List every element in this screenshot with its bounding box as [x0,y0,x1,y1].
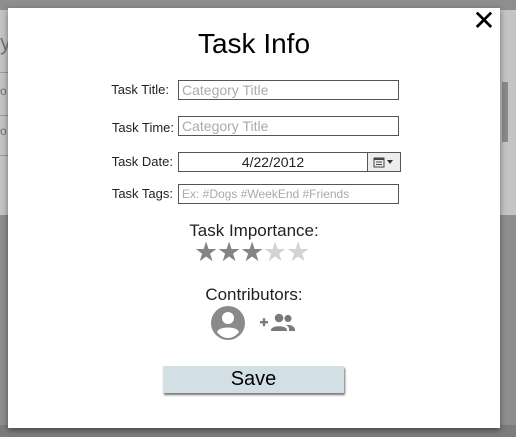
task-date-row: Task Date: 4/22/2012 [8,151,500,173]
task-tags-row: Task Tags: [8,183,500,205]
account-circle-icon [211,306,245,340]
task-title-label: Task Title: [111,82,169,97]
task-info-dialog: ✕ Task Info Task Title: Task Time: Task … [8,7,500,428]
importance-rating[interactable]: ★ ★ ★ ★ ★ [194,239,310,266]
background-text-fragment: o [0,124,7,138]
calendar-dropdown-button[interactable] [367,153,400,171]
task-title-input[interactable] [178,80,399,100]
task-date-picker[interactable]: 4/22/2012 [178,152,401,172]
task-time-label: Task Time: [111,120,174,135]
task-tags-label: Task Tags: [111,186,173,201]
task-date-label: Task Date: [111,154,173,169]
calendar-icon [373,157,393,168]
task-tags-input[interactable] [178,184,399,204]
star-icon[interactable]: ★ [240,239,264,266]
contributor-avatar[interactable] [210,305,246,341]
add-contributor-button[interactable] [259,311,297,335]
task-title-row: Task Title: [8,79,500,101]
task-date-value[interactable]: 4/22/2012 [179,153,367,171]
star-icon[interactable]: ★ [194,239,218,266]
background-text-fragment: o [0,84,7,98]
star-icon[interactable]: ★ [263,239,287,266]
star-icon[interactable]: ★ [217,239,241,266]
star-icon[interactable]: ★ [286,239,310,266]
task-time-input[interactable] [178,116,399,136]
dialog-title: Task Info [197,28,311,59]
group-add-icon [260,313,295,331]
background-scrollbar [502,82,508,142]
task-time-row: Task Time: [8,115,500,137]
contributors-label: Contributors: [205,285,303,304]
save-button[interactable]: Save [163,366,344,393]
